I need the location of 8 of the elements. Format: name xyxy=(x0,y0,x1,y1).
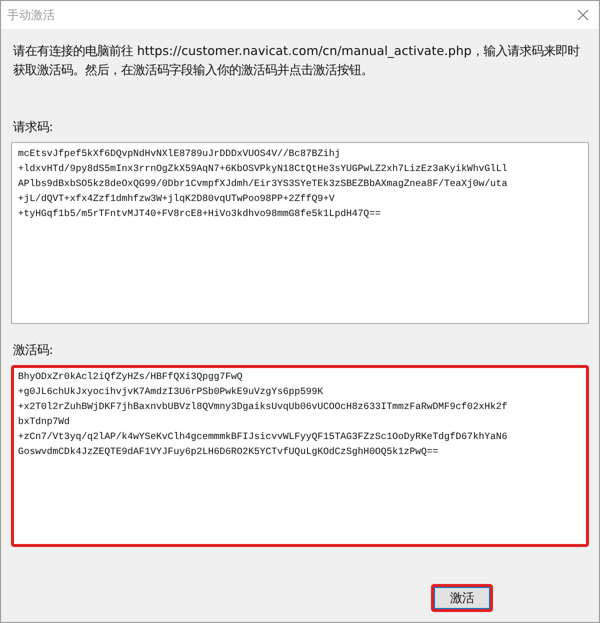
field-label: 激活码: xyxy=(13,342,54,359)
instruction-text: 请在有连接的电脑前往 https://customer.navicat.com/cn/manual_activate.php，输入请求码来即时获取激活码。然后，在激活码字段输入你的激活码并点击激活按钮。 xyxy=(13,42,581,79)
activation-code-field[interactable]: BhyODxZr0kAcl2iQfZyHZs/HBFfQXi3Qpgg7FwQ +g0JL6chUkJxyocihvjvK7AmdzI3U6rPSb0PwkE9uVzgYs6pp599K +x2T0l2rZuhBWjDKF7jhBaxnvbUBVzl8QVmny3DgaiksUvqUb06vUCOOcH8z633ITmmzFaRwDMF9cf02xHk2f bxTdnp7Wd +zCn7/Vt3yq/q2lAP/k4wYSeKvClh4gcemmmkBFIJsicvvWLFyyQF15TAG3FZzSc1OoDyRKeTdgfD67khYaN6 GoswvdmCDk4JzZEQTE9dAF1VYJFuy6p2LH6D6RO2K5YCTvfUQuLgKOdCzSghH0OQ5k1zPwQ== xyxy=(11,365,589,547)
request-code-field[interactable]: mcEtsvJfpef5kXf6DQvpNdHvNXlE8789uJrDDDxVUOS4V//Bc87BZihj +ldxvHTd/9py8dS5mInx3rrnOgZkX59AqN7+6KbOSVPkyN18CtQtHe3sYUGPwLZ2xh7LizEz3aKyikWhvGlLl APlbs9dBxbSO5kz8deOxQG99/0Dbr1CvmpfXJdmh/Eir3YS3SYeTEk3zSBEZBbAXmagZnea8F/TeaXj0w/uta +jL/dQVT+xfx4Zzf1dmhfzw3W+jlqK2D80vqUTwPoo98PP+2ZffQ9+V +tyHGqf1b5/m5rTFntvMJT40+FV8rcE8+HiVo3kdhvo98mmG8fe5k1LpdH47Q== xyxy=(11,142,589,324)
field-label: 请求码: xyxy=(13,119,54,136)
window-title: 手动激活 xyxy=(7,6,55,24)
activate-button[interactable]: 激活 xyxy=(431,584,493,612)
close-icon[interactable] xyxy=(577,9,589,21)
